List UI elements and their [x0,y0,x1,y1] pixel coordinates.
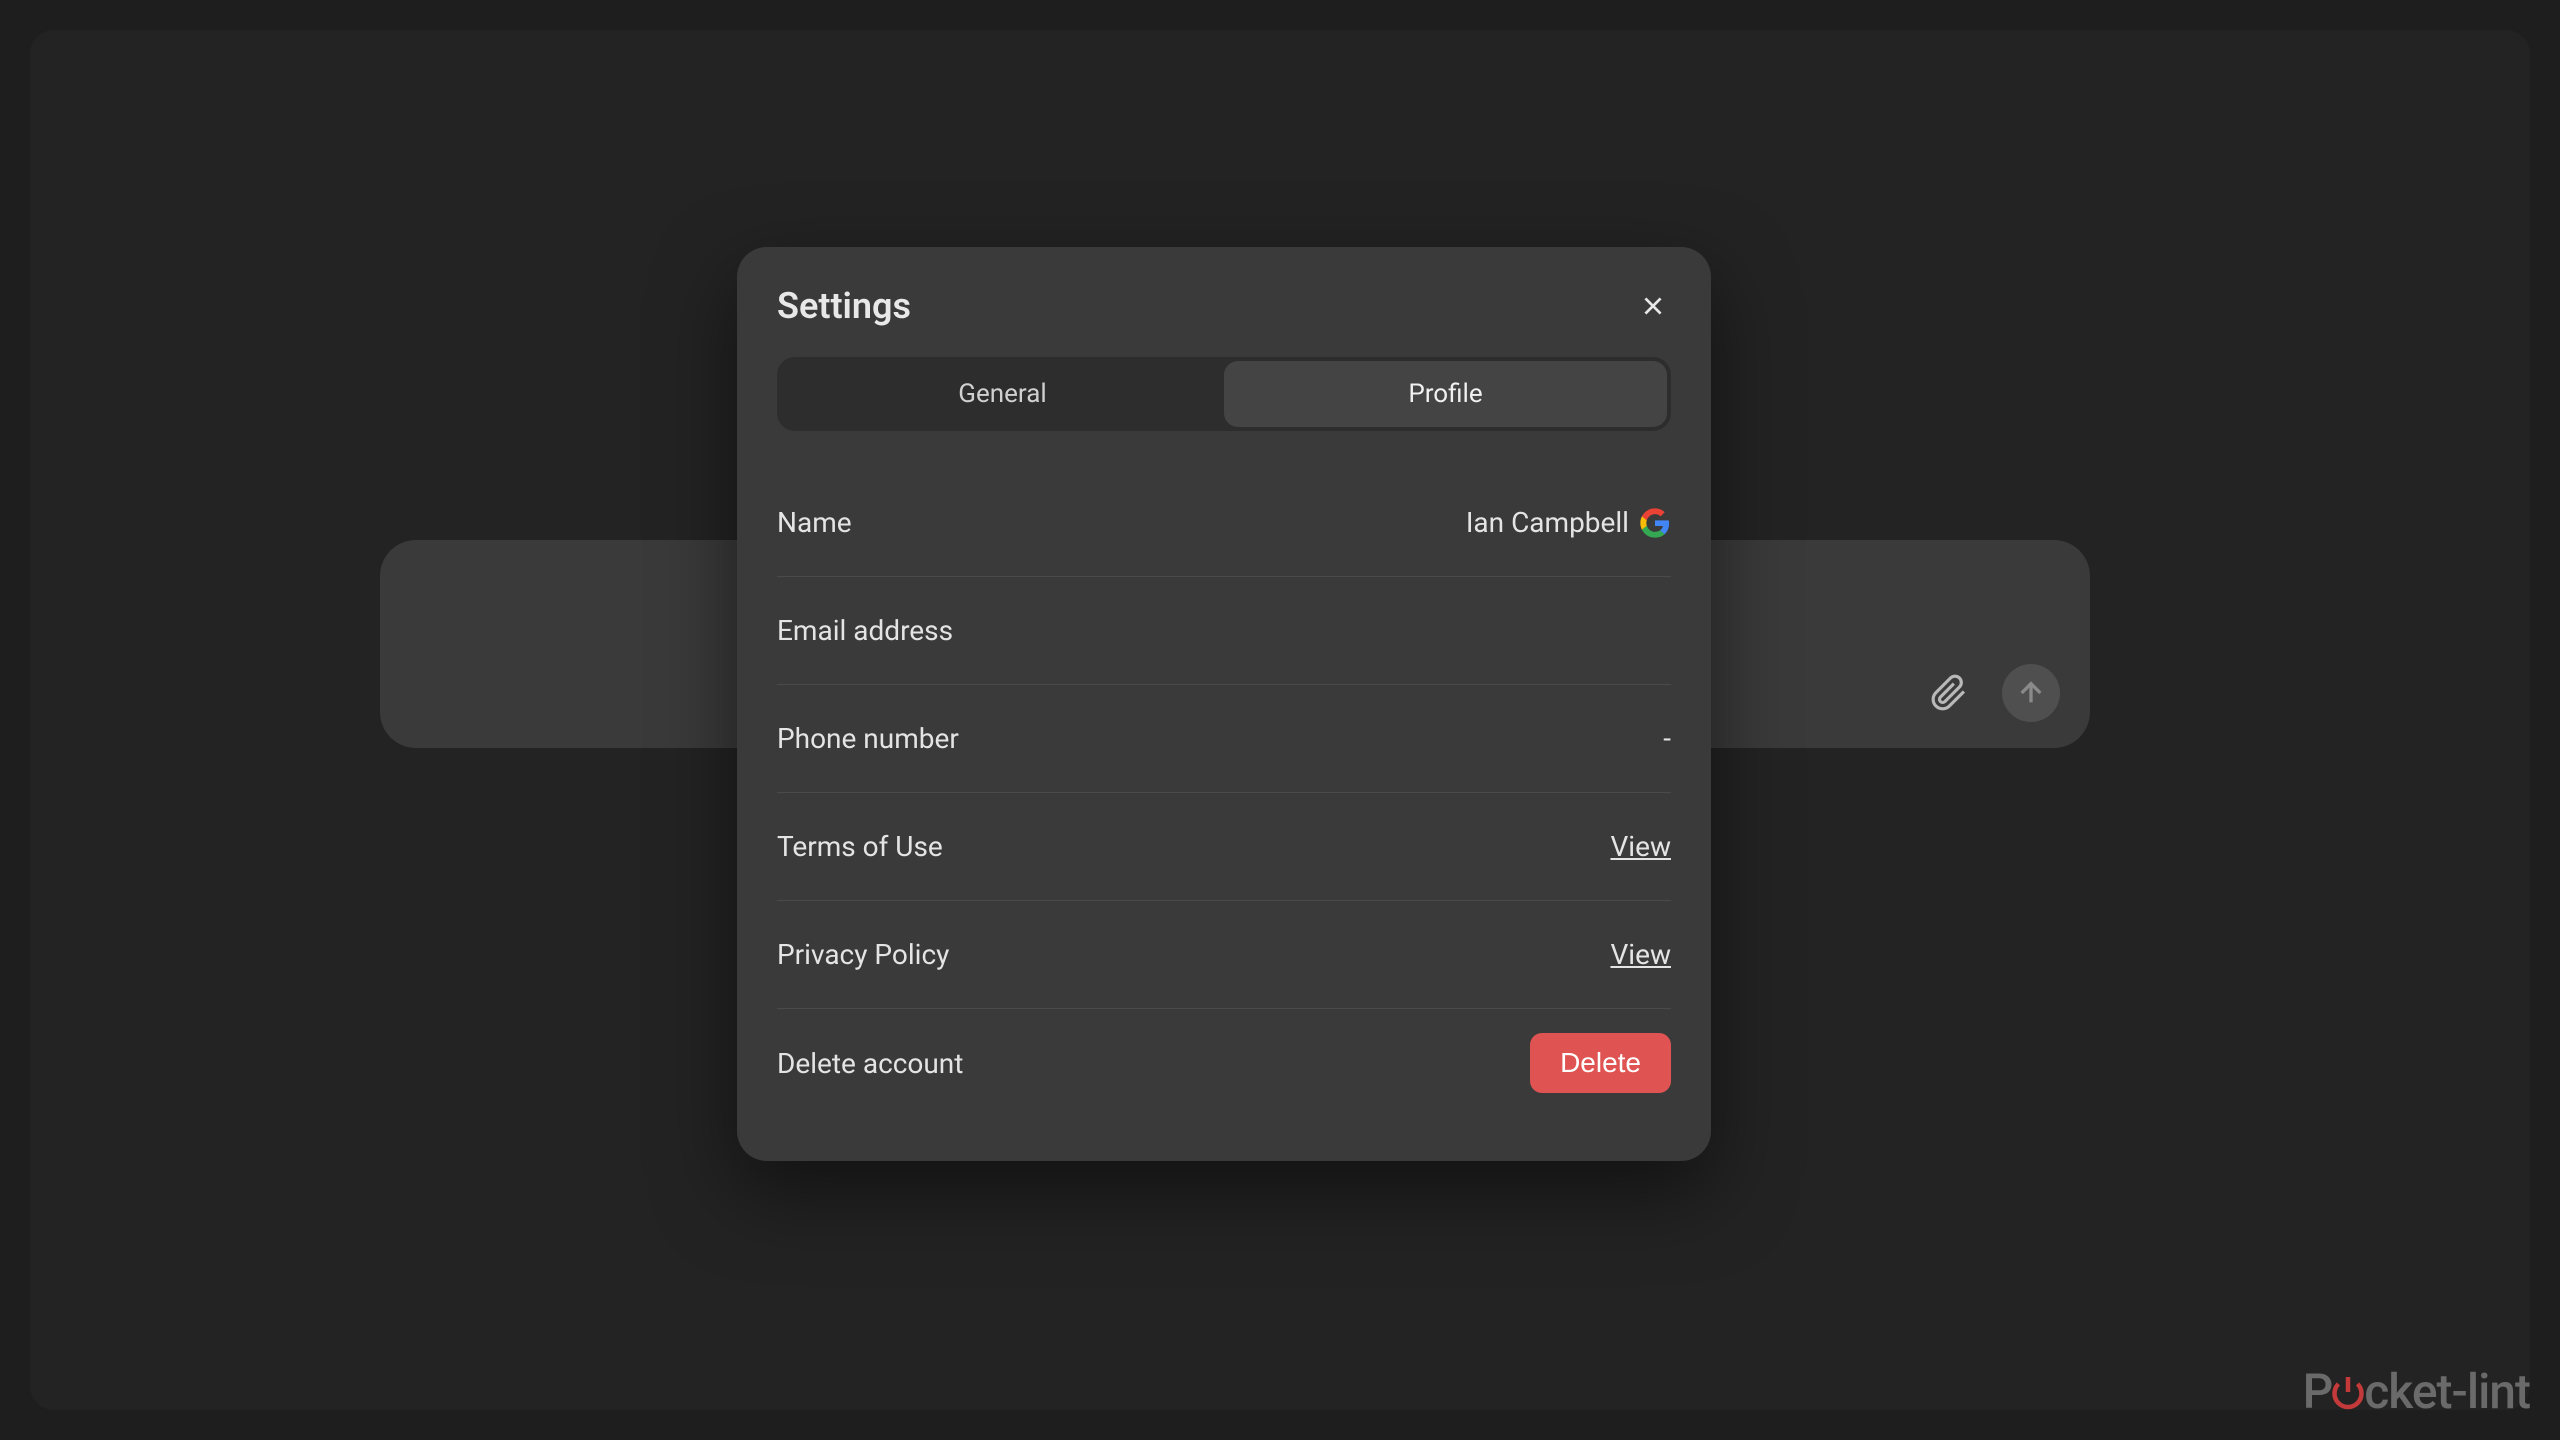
modal-title: Settings [777,285,911,327]
google-icon [1639,507,1671,539]
settings-modal: Settings General Profile Name Ian Campbe… [737,247,1711,1161]
tab-group: General Profile [777,357,1671,431]
phone-value: - [1663,722,1671,755]
name-value: Ian Campbell [1466,506,1629,539]
row-email: Email address [777,577,1671,685]
delete-account-label: Delete account [777,1047,963,1080]
phone-label: Phone number [777,722,959,755]
send-button[interactable] [2002,664,2060,722]
terms-view-link[interactable]: View [1610,830,1671,863]
row-name: Name Ian Campbell [777,469,1671,577]
delete-account-button[interactable]: Delete [1530,1033,1671,1093]
paperclip-icon [1930,674,1968,712]
email-label: Email address [777,614,953,647]
row-phone: Phone number - [777,685,1671,793]
close-button[interactable] [1635,288,1671,324]
power-icon [2332,1374,2364,1410]
close-icon [1640,293,1666,319]
modal-header: Settings [777,285,1671,327]
terms-label: Terms of Use [777,830,943,863]
row-privacy: Privacy Policy View [777,901,1671,1009]
row-delete-account: Delete account Delete [777,1009,1671,1117]
row-terms: Terms of Use View [777,793,1671,901]
privacy-view-link[interactable]: View [1610,938,1671,971]
arrow-up-icon [2015,677,2047,709]
privacy-label: Privacy Policy [777,938,949,971]
attach-button[interactable] [1920,664,1978,722]
watermark-suffix: cket-lint [2364,1363,2530,1420]
name-label: Name [777,506,852,539]
tab-profile[interactable]: Profile [1224,361,1667,427]
name-value-group: Ian Campbell [1466,506,1671,539]
watermark: P cket-lint [2303,1363,2530,1420]
watermark-prefix: P [2303,1363,2333,1420]
tab-general[interactable]: General [781,361,1224,427]
